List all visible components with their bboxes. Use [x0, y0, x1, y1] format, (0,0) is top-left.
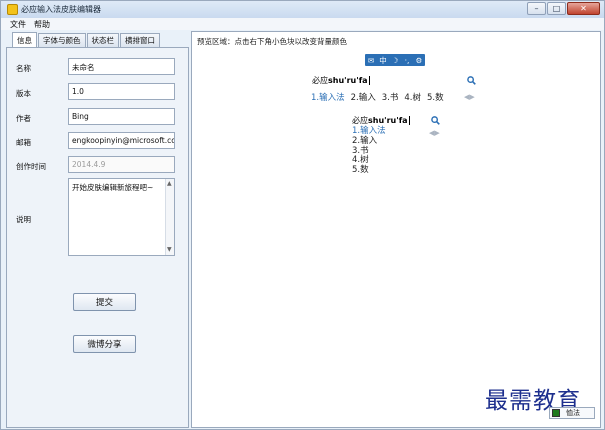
candidate-item[interactable]: 3.书 — [382, 91, 399, 103]
author-label: 作者 — [16, 114, 31, 123]
tab-info[interactable]: 信息 — [12, 32, 37, 47]
tab-horizontal-window[interactable]: 横排窗口 — [120, 33, 160, 47]
menu-help[interactable]: 帮助 — [34, 19, 50, 30]
close-button[interactable]: ✕ — [567, 2, 600, 15]
created-date-label: 创作时间 — [16, 162, 46, 171]
menu-file[interactable]: 文件 — [10, 19, 26, 30]
text-caret — [408, 116, 410, 125]
window-title: 必应输入法皮肤编辑器 — [21, 5, 101, 14]
description-textarea[interactable]: 开始皮肤编辑新旅程吧~ ▲ ▼ — [68, 178, 175, 256]
version-label: 版本 — [16, 89, 31, 98]
email-field[interactable]: engkoopinyin@microsoft.com — [68, 132, 175, 149]
maximize-button[interactable]: □ — [547, 2, 566, 15]
app-window: 必应输入法皮肤编辑器 – □ ✕ 文件 帮助 信息 字体与颜色 状态栏 横排窗口… — [0, 0, 605, 430]
composition-text: 必应shu'ru'fa — [352, 115, 410, 126]
scroll-down-icon[interactable]: ▼ — [167, 246, 172, 253]
name-field[interactable]: 未命名 — [68, 58, 175, 75]
description-text: 开始皮肤编辑新旅程吧~ — [72, 183, 154, 192]
candidate-item[interactable]: 4.树 — [404, 91, 421, 103]
composition-prefix: 必应 — [352, 116, 368, 125]
title-bar[interactable]: 必应输入法皮肤编辑器 – □ ✕ — [1, 1, 604, 18]
candidate-item[interactable]: 5.数 — [352, 165, 386, 176]
created-date-field: 2014.4.9 — [68, 156, 175, 173]
ime-status-bar[interactable]: ✉ 中 ☽ ·, ⚙ — [365, 54, 425, 66]
punctuation-icon[interactable]: ·, — [401, 54, 413, 66]
composition-text: 必应shu'ru'fa — [312, 75, 370, 86]
vertical-candidate-list: 1.输入法 2.输入 3.书 4.树 5.数 — [352, 126, 386, 176]
candidate-item[interactable]: 1.输入法 — [311, 91, 345, 103]
tab-font-color[interactable]: 字体与颜色 — [38, 33, 86, 47]
minimize-button[interactable]: – — [527, 2, 546, 15]
version-field[interactable]: 1.0 — [68, 83, 175, 100]
horizontal-candidate-window: 必应shu'ru'fa 1.输入法 2.输入 3.书 4.树 5.数 ◀▶ — [307, 72, 483, 106]
composition-prefix: 必应 — [312, 76, 328, 85]
email-label: 邮箱 — [16, 138, 31, 147]
composition-pinyin: shu'ru'fa — [328, 76, 368, 85]
candidate-item[interactable]: 5.数 — [427, 91, 444, 103]
preview-caption: 预览区域：点击右下角小色块以改变背量颜色 — [197, 37, 347, 46]
color-swatch-label: 恤法 — [566, 409, 580, 417]
description-label: 说明 — [16, 215, 31, 224]
weibo-share-button[interactable]: 微博分享 — [73, 335, 136, 353]
horizontal-candidate-list: 1.输入法 2.输入 3.书 4.树 5.数 — [311, 91, 450, 103]
properties-pane: 信息 字体与颜色 状态栏 横排窗口 名称 未命名 版本 1.0 作者 Bing … — [6, 31, 189, 428]
info-tab-panel: 名称 未命名 版本 1.0 作者 Bing 邮箱 engkoopinyin@mi… — [6, 47, 189, 428]
vertical-candidate-window: 必应shu'ru'fa ◀▶ 1.输入法 2.输入 3.书 4.树 5.数 — [347, 112, 443, 186]
background-color-picker[interactable]: 恤法 — [549, 407, 595, 419]
candidate-item[interactable]: 2.输入 — [351, 91, 376, 103]
menu-bar: 文件 帮助 — [1, 18, 604, 30]
chinese-mode-icon[interactable]: 中 — [377, 54, 389, 66]
composition-pinyin: shu'ru'fa — [368, 116, 408, 125]
page-arrows-icon[interactable]: ◀▶ — [429, 129, 440, 137]
preview-area[interactable]: 预览区域：点击右下角小色块以改变背量颜色 ✉ 中 ☽ ·, ⚙ 必应shu'ru… — [191, 31, 601, 428]
search-icon[interactable] — [431, 116, 440, 125]
text-caret — [368, 76, 370, 85]
page-arrows-icon[interactable]: ◀▶ — [464, 93, 475, 101]
scroll-up-icon[interactable]: ▲ — [167, 180, 172, 187]
bing-logo-icon[interactable]: ✉ — [365, 54, 377, 66]
name-label: 名称 — [16, 64, 31, 73]
description-scrollbar[interactable]: ▲ ▼ — [165, 179, 174, 255]
tab-strip: 信息 字体与颜色 状态栏 横排窗口 — [12, 32, 161, 47]
color-swatch[interactable] — [552, 409, 560, 417]
tab-status-bar[interactable]: 状态栏 — [86, 33, 119, 47]
half-width-icon[interactable]: ☽ — [389, 54, 401, 66]
settings-gear-icon[interactable]: ⚙ — [413, 54, 425, 66]
search-icon[interactable] — [467, 76, 476, 85]
submit-button[interactable]: 提交 — [73, 293, 136, 311]
window-controls: – □ ✕ — [526, 2, 600, 16]
author-field[interactable]: Bing — [68, 108, 175, 125]
app-icon — [7, 4, 18, 15]
